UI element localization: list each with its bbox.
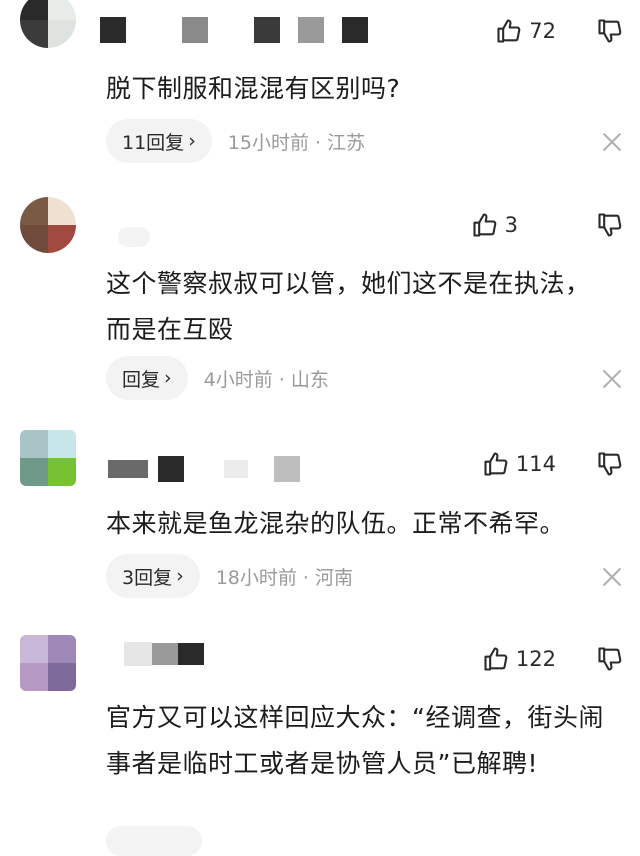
comment-text: 脱下制服和混混有区别吗? <box>106 74 401 103</box>
thumbs-up-icon <box>484 452 508 476</box>
comment-2: 3 这个警察叔叔可以管，她们这不是在执法，而是在互殴 回复 › 4小时前 · 山… <box>0 175 640 405</box>
like-button[interactable]: 122 <box>482 645 556 673</box>
username-blurred[interactable] <box>100 17 368 43</box>
comment-4: 122 官方又可以这样回应大众：“经调查，街头闹事者是临时工或者是协管人员”已解… <box>0 615 640 839</box>
reply-label: 11回复 <box>122 131 185 154</box>
like-button[interactable]: 3 <box>471 211 556 239</box>
chevron-right-icon: › <box>188 130 196 152</box>
thumbs-up-icon <box>484 647 508 671</box>
dislike-button[interactable] <box>596 17 624 45</box>
username-blurred[interactable] <box>124 642 204 666</box>
close-icon[interactable] <box>602 132 622 152</box>
comment-text: 官方又可以这样回应大众：“经调查，街头闹事者是临时工或者是协管人员”已解聘! <box>106 703 604 778</box>
chevron-right-icon: › <box>164 367 172 389</box>
like-button[interactable]: 114 <box>482 450 556 478</box>
reply-button-partial[interactable] <box>106 826 202 856</box>
reply-button[interactable]: 11回复 › <box>106 119 212 163</box>
reply-button[interactable]: 回复 › <box>106 356 188 400</box>
comment-meta: 11回复 › 15小时前 · 江苏 <box>106 119 365 163</box>
dislike-button[interactable] <box>596 211 624 239</box>
thumbs-down-icon <box>598 19 622 43</box>
username-blurred[interactable] <box>108 456 300 482</box>
chevron-right-icon: › <box>176 565 184 587</box>
like-count: 122 <box>515 647 556 671</box>
thumbs-up-icon <box>497 19 521 43</box>
timestamp-location: 4小时前 · 山东 <box>203 368 329 391</box>
dislike-button[interactable] <box>596 450 624 478</box>
timestamp-location: 18小时前 · 河南 <box>215 566 353 589</box>
thumbs-down-icon <box>598 647 622 671</box>
like-button[interactable]: 72 <box>495 17 556 45</box>
comment-3: 114 本来就是鱼龙混杂的队伍。正常不希罕。 3回复 › 18小时前 · 河南 <box>0 405 640 615</box>
like-count: 3 <box>504 213 518 237</box>
reply-label: 3回复 <box>122 566 173 589</box>
avatar[interactable] <box>20 430 76 486</box>
comment-meta: 回复 › 4小时前 · 山东 <box>106 356 329 400</box>
username-blurred[interactable] <box>118 227 150 247</box>
like-count: 72 <box>529 19 556 43</box>
thumbs-down-icon <box>598 213 622 237</box>
thumbs-down-icon <box>598 452 622 476</box>
close-icon[interactable] <box>602 567 622 587</box>
avatar[interactable] <box>20 635 76 691</box>
comment-text: 本来就是鱼龙混杂的队伍。正常不希罕。 <box>106 509 566 538</box>
dislike-button[interactable] <box>596 645 624 673</box>
like-count: 114 <box>515 452 556 476</box>
close-icon[interactable] <box>602 369 622 389</box>
thumbs-up-icon <box>473 213 496 237</box>
reply-button[interactable]: 3回复 › <box>106 554 200 598</box>
comment-text: 这个警察叔叔可以管，她们这不是在执法，而是在互殴 <box>106 269 591 344</box>
timestamp-location: 15小时前 · 江苏 <box>227 131 366 154</box>
comment-meta: 3回复 › 18小时前 · 河南 <box>106 554 353 598</box>
avatar[interactable] <box>20 197 76 253</box>
avatar[interactable] <box>20 0 76 48</box>
comment-1: 72 脱下制服和混混有区别吗? 11回复 › 15小时前 · 江苏 <box>0 0 640 175</box>
reply-label: 回复 <box>122 368 161 391</box>
